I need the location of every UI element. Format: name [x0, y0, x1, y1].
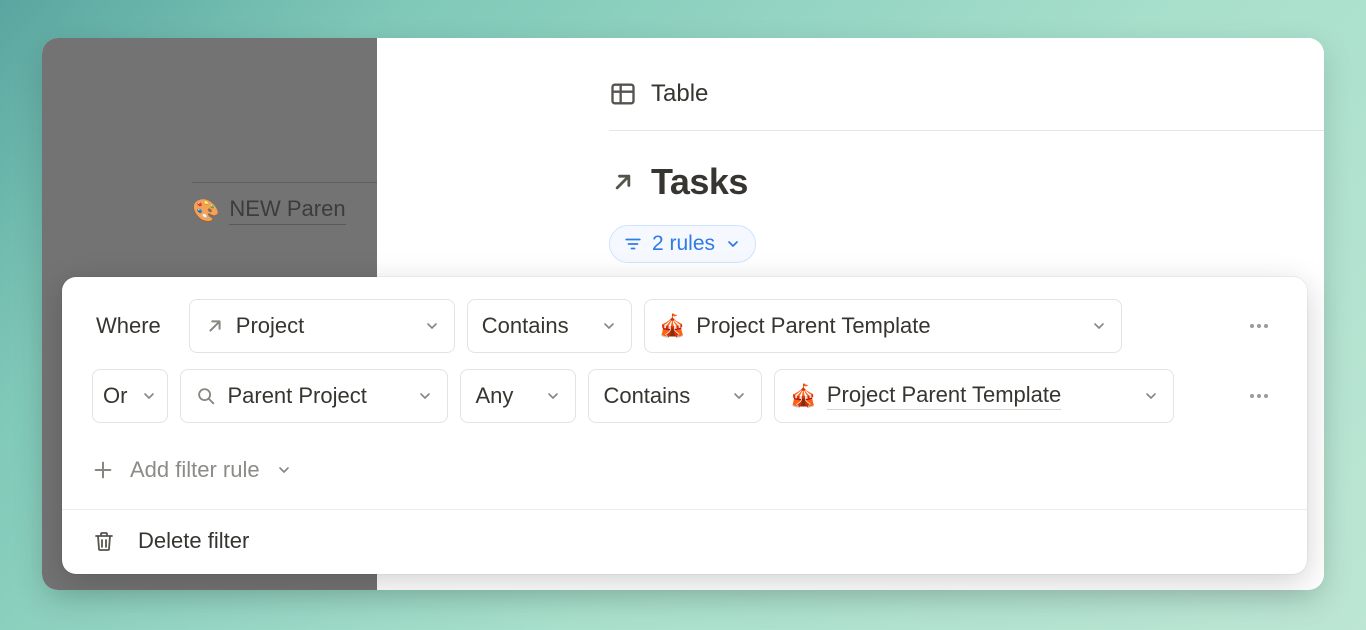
tab-underline [609, 130, 1324, 131]
add-filter-label: Add filter rule [130, 457, 260, 483]
left-divider [192, 182, 377, 183]
filter-rules-chip[interactable]: 2 rules [609, 225, 756, 263]
open-arrow-icon [609, 168, 637, 196]
relation-arrow-icon [204, 315, 226, 337]
rule-row-menu[interactable] [1241, 378, 1277, 414]
condition-select[interactable]: Contains [467, 299, 632, 353]
chevron-down-icon [1091, 318, 1107, 334]
conjunction-label: Or [103, 383, 127, 409]
chevron-down-icon [424, 318, 440, 334]
database-title-row[interactable]: Tasks [609, 161, 748, 203]
field-label: Parent Project [227, 383, 366, 409]
delete-filter[interactable]: Delete filter [62, 510, 1307, 574]
field-label: Project [236, 313, 304, 339]
circus-tent-icon: 🎪 [659, 313, 686, 339]
field-select-parent-project[interactable]: Parent Project [180, 369, 448, 423]
conjunction-select[interactable]: Or [92, 369, 168, 423]
chevron-down-icon [276, 462, 292, 478]
trash-icon [92, 529, 116, 553]
value-label: Project Parent Template [827, 382, 1061, 410]
rollup-quantifier-select[interactable]: Any [460, 369, 576, 423]
filter-rules-label: 2 rules [652, 232, 715, 256]
view-tab-label: Table [651, 80, 708, 108]
palette-icon: 🎨 [192, 198, 219, 224]
filter-popup: Where Project Contains 🎪 Project [62, 277, 1307, 574]
chevron-down-icon [731, 388, 747, 404]
condition-label: Contains [482, 313, 569, 339]
add-filter-rule[interactable]: Add filter rule [92, 439, 1277, 509]
filter-rule-row: Where Project Contains 🎪 Project [92, 299, 1277, 353]
chevron-down-icon [141, 388, 157, 404]
chevron-down-icon [601, 318, 617, 334]
chevron-down-icon [545, 388, 561, 404]
chevron-down-icon [725, 236, 741, 252]
chevron-down-icon [1143, 388, 1159, 404]
chevron-down-icon [417, 388, 433, 404]
field-select-project[interactable]: Project [189, 299, 455, 353]
condition-select[interactable]: Contains [588, 369, 762, 423]
table-icon [609, 80, 637, 108]
filter-icon [624, 237, 642, 251]
filter-rule-row: Or Parent Project Any [92, 369, 1277, 423]
value-select[interactable]: 🎪 Project Parent Template [644, 299, 1122, 353]
delete-filter-label: Delete filter [138, 528, 249, 554]
value-select[interactable]: 🎪 Project Parent Template [774, 369, 1174, 423]
rule-prefix: Where [92, 313, 165, 339]
database-title: Tasks [651, 161, 748, 203]
view-tab-table[interactable]: Table [609, 80, 708, 108]
circus-tent-icon: 🎪 [789, 383, 816, 409]
left-pane-item[interactable]: 🎨 NEW Paren [192, 196, 346, 225]
value-label: Project Parent Template [696, 313, 930, 339]
rollup-search-icon [195, 385, 217, 407]
rule-row-menu[interactable] [1241, 308, 1277, 344]
left-item-label: NEW Paren [229, 196, 345, 225]
condition-label: Contains [603, 383, 690, 409]
rollup-quantifier-label: Any [475, 383, 513, 409]
plus-icon [92, 459, 114, 481]
